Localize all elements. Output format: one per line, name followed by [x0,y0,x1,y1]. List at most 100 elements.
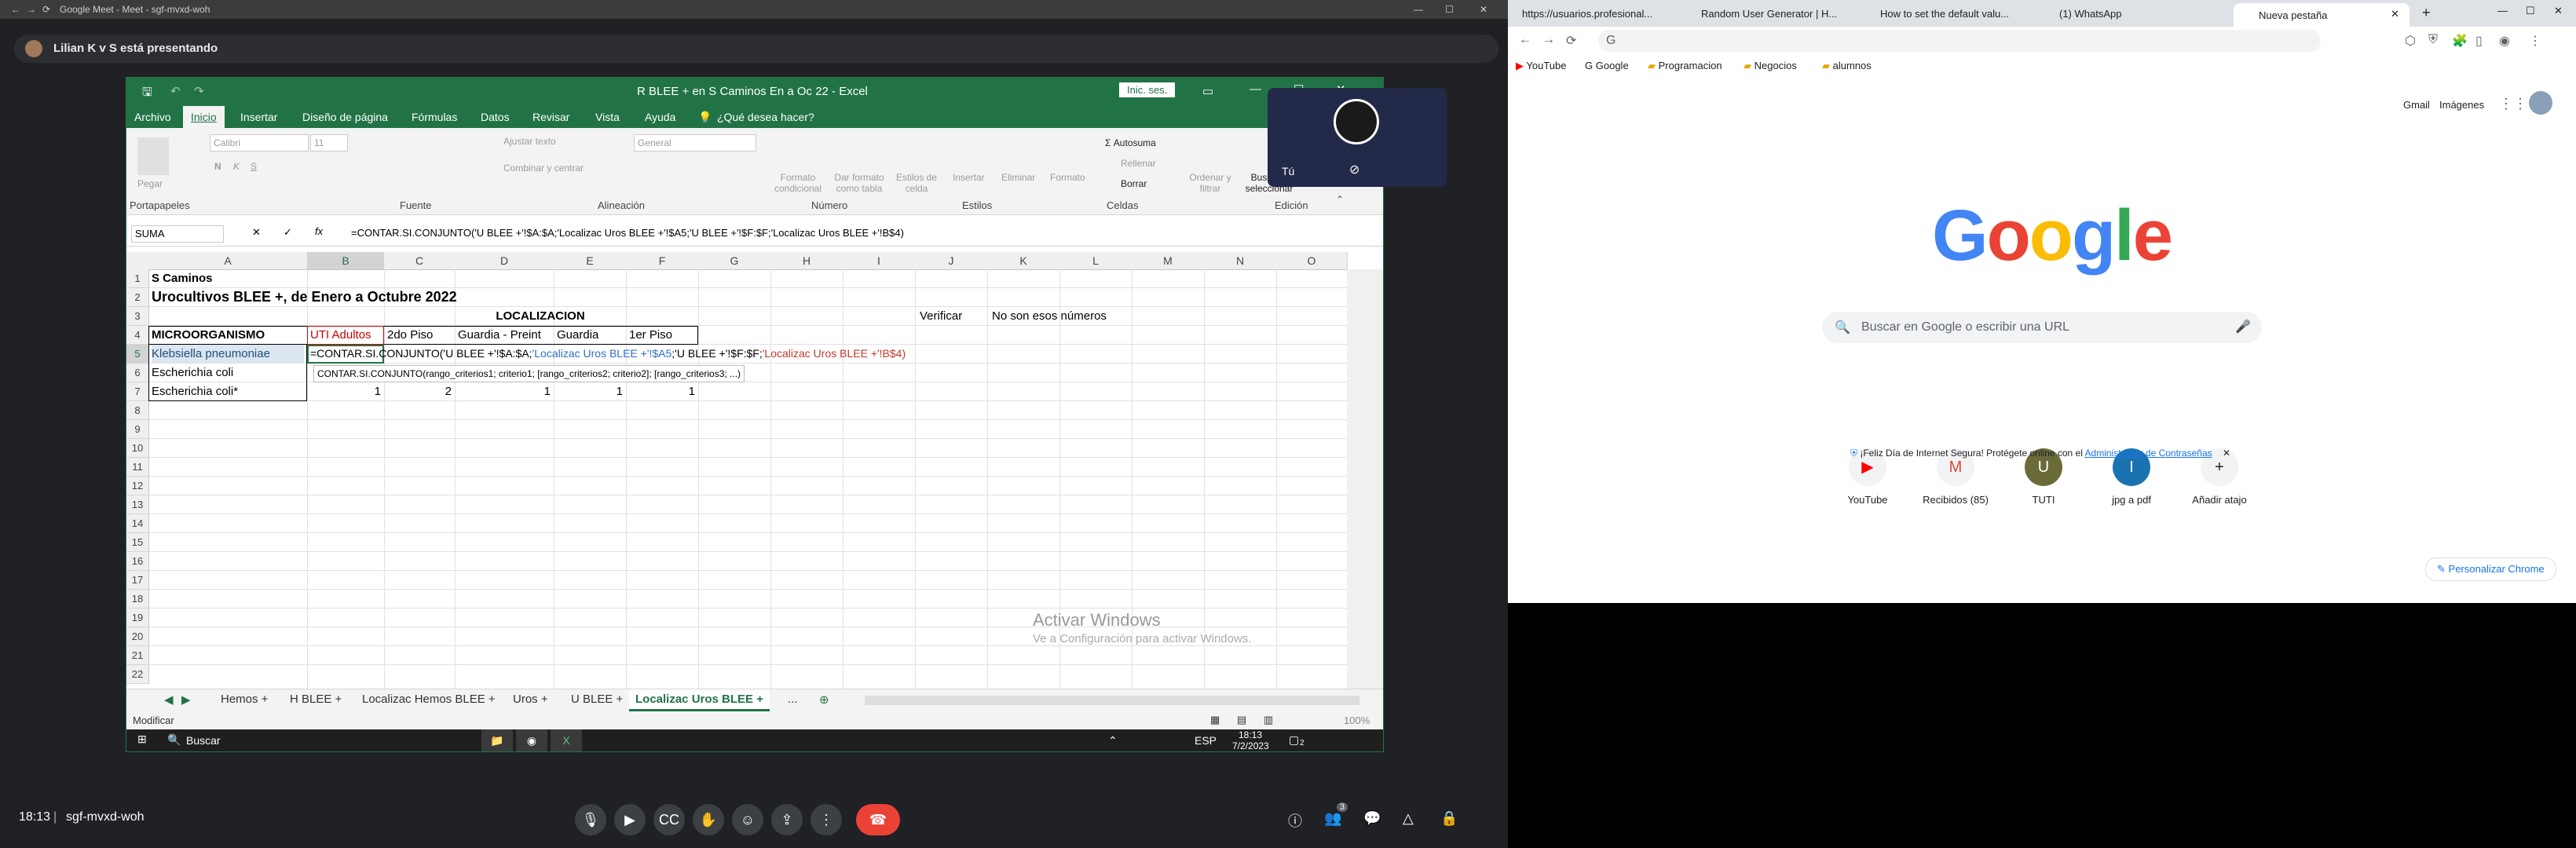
activities-icon[interactable]: △ [1403,810,1414,827]
cell-a2[interactable]: Urocultivos BLEE +, de Enero a Octubre 2… [152,288,457,306]
cond-format-button[interactable]: Formato condicional [770,172,825,194]
file-explorer-icon[interactable]: 📁 [481,729,513,751]
cell-f7[interactable]: 1 [626,382,695,400]
sheet-tab-h-blee[interactable]: H BLEE + [290,693,342,706]
row-header-12[interactable]: 12 [126,477,149,495]
menu-vista[interactable]: Vista [595,111,620,123]
cell-e7[interactable]: 1 [554,382,623,400]
col-header-c[interactable]: C [384,252,456,270]
row-header-6[interactable]: 6 [126,364,149,382]
cell-styles-button[interactable]: Estilos de celda [892,172,941,194]
horizontal-scrollbar[interactable] [865,696,1359,705]
bookmark-youtube[interactable]: ▶ YouTube [1516,60,1566,72]
tab-close-icon[interactable]: ✕ [2391,8,2399,20]
row-header-3[interactable]: 3 [126,307,149,326]
sheet-tab-localizac-uros[interactable]: Localizac Uros BLEE + [629,689,770,711]
row-header-8[interactable]: 8 [126,401,149,420]
cell-a4[interactable]: MICROORGANISMO [152,326,265,344]
italic-icon[interactable]: K [233,161,240,172]
name-box[interactable]: SUMA [131,225,224,243]
row-header-5[interactable]: 5 [126,345,149,364]
tray-chevron-icon[interactable]: ⌃ [1108,734,1118,747]
row-header-10[interactable]: 10 [126,439,149,458]
select-all-corner[interactable] [126,252,149,270]
add-sheet-icon[interactable]: ⊕ [819,693,829,707]
cell-k3[interactable]: No son esos números [992,307,1107,325]
prev-sheet-icon[interactable]: ◀ [164,693,174,707]
row-header-20[interactable]: 20 [126,627,149,646]
col-header-i[interactable]: I [843,252,916,270]
chrome-close-icon[interactable]: ✕ [2554,5,2563,17]
address-bar[interactable]: G [1598,30,2321,52]
row-header-14[interactable]: 14 [126,514,149,533]
cell-e4[interactable]: Guardia [557,326,598,344]
page-break-icon[interactable]: ▥ [1264,714,1273,726]
undo-icon[interactable]: ↶ [170,84,181,98]
chrome-back-icon[interactable]: ← [1519,33,1531,47]
row-header-17[interactable]: 17 [126,571,149,590]
font-size-select[interactable]: 11 [310,134,348,152]
cell-b7[interactable]: 1 [307,382,381,400]
apps-grid-icon[interactable]: ⋮⋮ [2499,96,2527,112]
autosum-button[interactable]: Σ Autosuma [1105,137,1156,148]
delete-cells-button[interactable]: Eliminar [1001,172,1035,183]
excel-taskbar-icon[interactable]: X [551,729,582,751]
present-icon[interactable]: ⇪ [771,804,803,835]
captions-icon[interactable]: CC [653,804,685,835]
raise-hand-icon[interactable]: ✋ [693,804,724,835]
row-header-13[interactable]: 13 [126,495,149,514]
row-header-21[interactable]: 21 [126,646,149,665]
number-format-select[interactable]: General [634,134,756,152]
cell-j3[interactable]: Verificar [920,307,962,325]
emoji-icon[interactable]: ☺ [732,804,763,835]
fill-button[interactable]: Rellenar [1121,158,1156,169]
cell-c4[interactable]: 2do Piso [387,326,433,344]
save-icon[interactable]: 🖫 [142,84,152,104]
merge-center-button[interactable]: Combinar y centrar [503,163,584,174]
chrome-minimize-icon[interactable]: — [2497,5,2508,16]
menu-insertar[interactable]: Insertar [240,111,277,123]
sheet-tab-localizac-hemos[interactable]: Localizac Hemos BLEE + [362,693,496,706]
insert-function-icon[interactable]: fx [315,225,323,237]
extensions-puzzle-icon[interactable]: 🧩 [2452,33,2468,49]
menu-archivo[interactable]: Archivo [134,111,171,123]
cell-a6[interactable]: Escherichia coli [152,364,233,382]
cell-c7[interactable]: 2 [384,382,452,400]
row-header-2[interactable]: 2 [126,288,149,307]
chrome-forward-icon[interactable]: → [1542,33,1555,47]
menu-datos[interactable]: Datos [481,111,510,123]
cell-a5[interactable]: Klebsiella pneumoniae [152,345,304,363]
col-header-b[interactable]: B [307,252,385,270]
voice-search-icon[interactable]: 🎤 [2235,319,2251,334]
reload-icon[interactable]: ⟳ [42,4,50,15]
menu-diseno[interactable]: Diseño de página [302,111,388,123]
col-header-e[interactable]: E [554,252,627,270]
font-select[interactable]: Calibri [210,134,309,152]
col-header-k[interactable]: K [987,252,1060,270]
close-icon[interactable]: ✕ [1480,4,1487,15]
collapse-ribbon-icon[interactable]: ⌃ [1336,194,1344,205]
gmail-link[interactable]: Gmail [2403,99,2430,111]
col-header-m[interactable]: M [1132,252,1205,270]
format-cells-button[interactable]: Formato [1050,172,1085,183]
chrome-taskbar-icon[interactable]: ◉ [516,729,547,751]
wrap-text-button[interactable]: Ajustar texto [503,136,556,147]
taskbar-lang[interactable]: ESP [1195,734,1217,747]
bookmark-alumnos[interactable]: ▰ alumnos [1822,60,1872,72]
more-options-icon[interactable]: ⋮ [810,804,842,835]
forward-icon[interactable]: → [27,4,36,15]
new-tab-icon[interactable]: + [2422,5,2431,21]
chat-icon[interactable]: 💬 [1363,810,1381,827]
underline-icon[interactable]: S [251,161,257,172]
vertical-scrollbar[interactable] [1347,269,1383,689]
minimize-icon[interactable]: — [1414,4,1423,15]
row-header-16[interactable]: 16 [126,552,149,571]
chrome-menu-icon[interactable]: ⋮ [2529,33,2541,49]
excel-minimize-icon[interactable]: — [1250,82,1261,96]
paste-icon[interactable] [137,137,169,175]
sheet-tab-uros[interactable]: Uros + [513,693,548,706]
notification-icon[interactable]: ▢ [1289,733,1299,747]
col-header-o[interactable]: O [1276,252,1348,270]
cell-b5-editing[interactable]: =CONTAR.SI.CONJUNTO('U BLEE +'!$A:$A;'Lo… [310,345,906,363]
sort-filter-button[interactable]: Ordenar y filtrar [1187,172,1234,194]
